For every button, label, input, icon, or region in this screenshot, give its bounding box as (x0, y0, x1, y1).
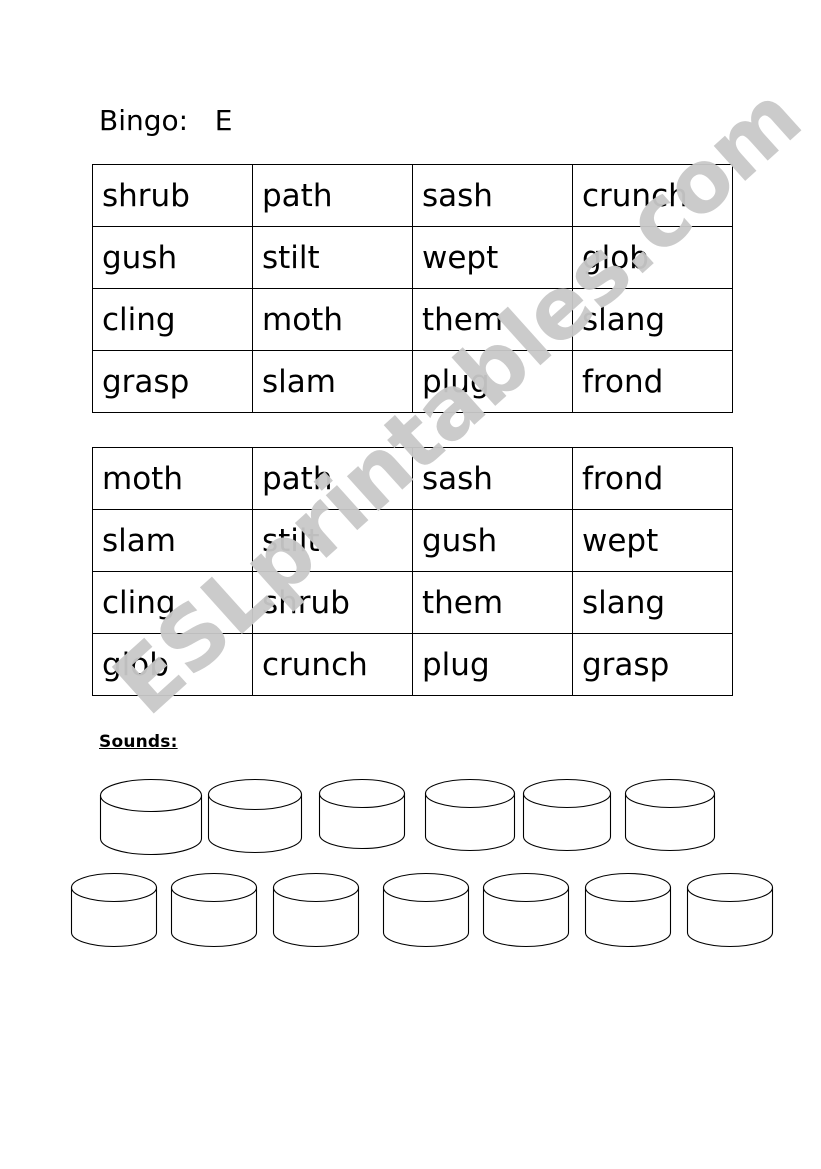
bingo-cell[interactable]: gush (92, 226, 253, 289)
cylinder-counter-icon[interactable] (99, 778, 203, 856)
bingo-cell[interactable]: frond (572, 350, 733, 413)
counter-row-1 (0, 778, 821, 870)
bingo-cell[interactable]: path (252, 447, 413, 510)
table-row: slam stilt gush wept (92, 509, 733, 572)
cylinder-counter-icon[interactable] (482, 872, 570, 948)
bingo-card-2: moth path sash frond slam stilt gush wep… (92, 447, 733, 696)
table-row: glob crunch plug grasp (92, 633, 733, 696)
cylinder-counter-icon[interactable] (70, 872, 158, 948)
worksheet-page: Bingo: E shrub path sash crunch gush sti… (0, 0, 821, 1169)
table-row: cling moth them slang (92, 288, 733, 351)
bingo-cell[interactable]: moth (92, 447, 253, 510)
bingo-cell[interactable]: moth (252, 288, 413, 351)
bingo-cell[interactable]: shrub (252, 571, 413, 634)
cylinder-counter-icon[interactable] (207, 778, 303, 854)
bingo-cell[interactable]: cling (92, 288, 253, 351)
bingo-cell[interactable]: slam (92, 509, 253, 572)
bingo-cell[interactable]: shrub (92, 164, 253, 227)
bingo-cell[interactable]: plug (412, 350, 573, 413)
cylinder-counter-icon[interactable] (272, 872, 360, 948)
bingo-cell[interactable]: glob (92, 633, 253, 696)
bingo-cell[interactable]: sash (412, 447, 573, 510)
bingo-cell[interactable]: wept (412, 226, 573, 289)
bingo-cell[interactable]: sash (412, 164, 573, 227)
bingo-cell[interactable]: stilt (252, 226, 413, 289)
bingo-cell[interactable]: glob (572, 226, 733, 289)
bingo-cell[interactable]: slam (252, 350, 413, 413)
table-row: cling shrub them slang (92, 571, 733, 634)
table-row: grasp slam plug frond (92, 350, 733, 413)
cylinder-counter-icon[interactable] (686, 872, 774, 948)
cylinder-counter-icon[interactable] (382, 872, 470, 948)
bingo-card-1: shrub path sash crunch gush stilt wept g… (92, 164, 733, 413)
bingo-cell[interactable]: crunch (572, 164, 733, 227)
table-row: shrub path sash crunch (92, 164, 733, 227)
cylinder-counter-icon[interactable] (584, 872, 672, 948)
bingo-cell[interactable]: plug (412, 633, 573, 696)
bingo-cell[interactable]: cling (92, 571, 253, 634)
page-title: Bingo: E (99, 104, 233, 137)
bingo-cell[interactable]: grasp (92, 350, 253, 413)
bingo-cell[interactable]: them (412, 571, 573, 634)
bingo-cell[interactable]: crunch (252, 633, 413, 696)
cylinder-counter-icon[interactable] (624, 778, 716, 852)
cylinder-counter-icon[interactable] (522, 778, 612, 852)
table-row: moth path sash frond (92, 447, 733, 510)
bingo-cell[interactable]: wept (572, 509, 733, 572)
bingo-cell[interactable]: slang (572, 571, 733, 634)
bingo-cell[interactable]: them (412, 288, 573, 351)
sounds-heading: Sounds: (99, 732, 178, 752)
bingo-cell[interactable]: path (252, 164, 413, 227)
bingo-cell[interactable]: slang (572, 288, 733, 351)
table-row: gush stilt wept glob (92, 226, 733, 289)
bingo-cell[interactable]: frond (572, 447, 733, 510)
bingo-cell[interactable]: grasp (572, 633, 733, 696)
cylinder-counter-icon[interactable] (424, 778, 516, 852)
cylinder-counter-icon[interactable] (170, 872, 258, 948)
bingo-cell[interactable]: stilt (252, 509, 413, 572)
bingo-cell[interactable]: gush (412, 509, 573, 572)
counter-row-2 (0, 872, 821, 964)
cylinder-counter-icon[interactable] (318, 778, 406, 850)
